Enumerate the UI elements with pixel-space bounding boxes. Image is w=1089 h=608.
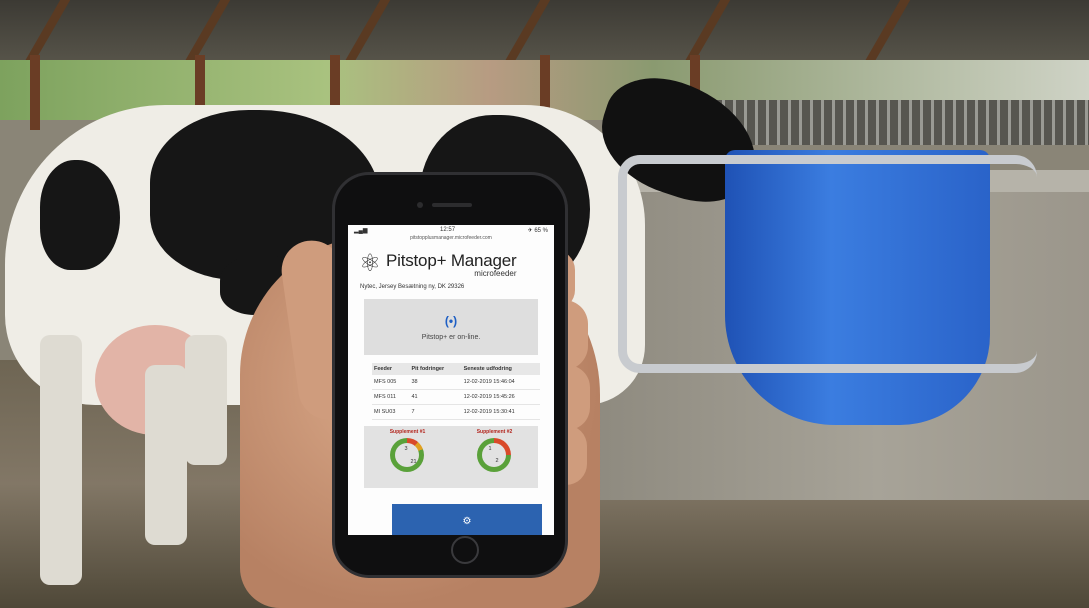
phone-screen: ▂▄▆ 12:57 ✈ 65 % pitstopplusmanager.micr…: [348, 225, 554, 535]
count-cell: 38: [409, 375, 462, 390]
date-cell: 12-02-2019 15:30:41: [461, 404, 540, 420]
gauge-ring: 3 21: [390, 438, 425, 472]
gauge-top-value: 3: [404, 446, 408, 452]
supplement-gauge[interactable]: Supplement #2 1 2: [476, 429, 513, 472]
count-cell: 7: [409, 404, 462, 420]
brand-sub: microfeeder: [474, 268, 517, 278]
gauge-bottom-value: 21: [410, 459, 417, 465]
feeder-cell: MFS 011: [372, 389, 410, 405]
cow-leg: [145, 365, 187, 545]
count-cell: 41: [409, 389, 462, 405]
column-header: Feeder: [372, 363, 410, 375]
cow-leg: [185, 335, 227, 465]
signal-bars-icon: ▂▄▆: [354, 227, 368, 234]
table-row[interactable]: MI SU03 7 12-02-2019 15:30:41: [372, 404, 540, 420]
cow-leg: [40, 335, 82, 585]
app-header: ⚛ Pitstop+ Manager microfeeder: [348, 243, 554, 282]
feeder-nav-button[interactable]: ⚙: [392, 504, 542, 535]
gauge-bottom-value: 2: [495, 458, 499, 464]
cow-spot: [40, 160, 120, 270]
supplement-gauge[interactable]: Supplement #1 3 21: [389, 429, 426, 472]
status-bar: ▂▄▆ 12:57 ✈ 65 %: [348, 225, 554, 235]
online-status-text: Pitstop+ er on-line.: [421, 333, 481, 341]
gauge-top-value: 1: [488, 446, 492, 452]
url-bar[interactable]: pitstopplusmanager.microfeeder.com: [348, 235, 554, 243]
date-cell: 12-02-2019 15:46:04: [461, 375, 540, 390]
front-camera-icon: [417, 202, 423, 208]
status-battery: ✈ 65 %: [527, 227, 548, 234]
column-header: Seneste udfodring: [461, 363, 540, 375]
feeder-table: Feeder Pit fodringer Seneste udfodring M…: [372, 363, 540, 420]
date-cell: 12-02-2019 15:45:26: [461, 389, 540, 405]
barn-photo: ▂▄▆ 12:57 ✈ 65 % pitstopplusmanager.micr…: [0, 0, 1089, 608]
supplement-panel: Supplement #1 3 21 Supplement #2 1 2: [364, 426, 538, 488]
status-time: 12:57: [440, 227, 456, 233]
gauge-ring: 1 2: [477, 438, 512, 472]
gauge-title: Supplement #2: [476, 429, 513, 435]
atom-icon: ⚛: [359, 250, 381, 277]
metal-feeder-rail: [618, 155, 1037, 373]
feeder-icon: ⚙: [462, 515, 472, 527]
earpiece: [432, 203, 472, 207]
gauge-title: Supplement #1: [389, 429, 426, 435]
farm-name: Nytec, Jersey Besætning ny, DK 29326: [360, 284, 465, 290]
table-row[interactable]: MFS 011 41 12-02-2019 15:45:26: [372, 389, 540, 405]
table-row[interactable]: MFS 005 38 12-02-2019 15:46:04: [372, 375, 540, 390]
brand-name: Pitstop+ Manager: [386, 250, 517, 270]
feeder-cell: MFS 005: [372, 375, 410, 390]
home-button[interactable]: [451, 536, 479, 564]
column-header: Pit fodringer: [409, 363, 462, 375]
feeder-cell: MI SU03: [372, 404, 410, 420]
online-status-panel: (•) Pitstop+ er on-line.: [364, 299, 538, 355]
signal-icon: (•): [444, 313, 458, 328]
